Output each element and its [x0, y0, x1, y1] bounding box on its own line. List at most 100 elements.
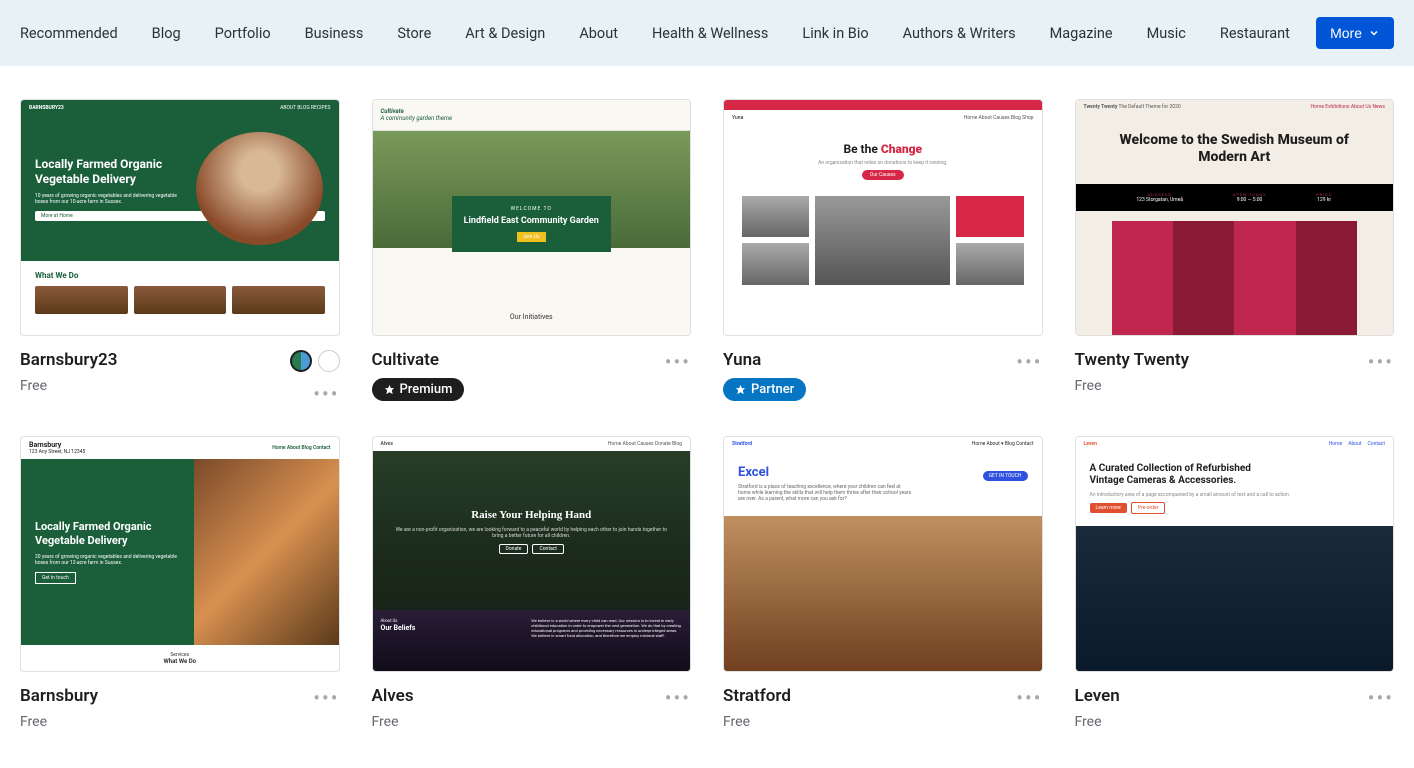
more-options-icon[interactable]: •••	[665, 686, 691, 708]
preview-menu: ABOUT BLOG RECIPES	[280, 105, 330, 111]
theme-card: StratfordHome About ▾ Blog Contact Excel…	[723, 436, 1043, 731]
theme-thumbnail[interactable]: AlvesHome About Causes Donate Blog Raise…	[372, 436, 692, 673]
theme-thumbnail[interactable]: BARNSBURY23 ABOUT BLOG RECIPES Locally Fa…	[20, 99, 340, 336]
preview-menu: Home About Causes Blog Shop	[964, 115, 1034, 121]
preview-headline: Raise Your Helping Hand	[393, 509, 671, 521]
preview-cta: GET IN TOUCH	[983, 471, 1028, 481]
theme-card: Alves Home About Causes Donate Blog Raise…	[372, 436, 692, 731]
preview-menu-item: About	[1348, 441, 1361, 447]
nav-recommended[interactable]: Recommended	[20, 25, 118, 42]
preview-image	[724, 516, 1042, 672]
star-icon	[735, 384, 746, 395]
premium-badge: Premium	[372, 378, 465, 401]
swatch-option[interactable]	[290, 350, 312, 372]
chevron-down-icon	[1368, 27, 1380, 39]
preview-brand: Stratford	[732, 441, 752, 447]
nav-authors[interactable]: Authors & Writers	[903, 25, 1016, 42]
preview-brand: Barnsbury	[29, 441, 61, 449]
theme-thumbnail[interactable]: LevenHomeAboutContact A Curated Collecti…	[1075, 436, 1395, 673]
preview-tagline: A community garden theme	[381, 115, 453, 122]
star-icon	[384, 384, 395, 395]
more-label: More	[1330, 25, 1362, 41]
category-nav: Recommended Blog Portfolio Business Stor…	[0, 0, 1414, 66]
preview-headline: Locally Farmed Organic Vegetable Deliver…	[35, 520, 180, 548]
preview-headline: Locally Farmed Organic Vegetable Deliver…	[35, 157, 180, 187]
theme-name[interactable]: Cultivate	[372, 350, 465, 370]
theme-price: Free	[372, 714, 414, 730]
preview-menu: Home About ▾ Blog Contact	[972, 441, 1034, 447]
nav-health[interactable]: Health & Wellness	[652, 25, 768, 42]
theme-name[interactable]: Barnsbury	[20, 686, 98, 706]
nav-business[interactable]: Business	[305, 25, 364, 42]
more-options-icon[interactable]: •••	[313, 382, 339, 404]
preview-sub: An introductory area of a page accompani…	[1090, 492, 1380, 498]
preview-brand: Cultivate	[381, 108, 404, 115]
theme-price: Free	[20, 714, 98, 730]
theme-price: Free	[1075, 714, 1120, 730]
more-options-icon[interactable]: •••	[1368, 686, 1394, 708]
theme-card: Twenty Twenty The Default Theme for 2020…	[1075, 99, 1395, 404]
nav-store[interactable]: Store	[397, 25, 431, 42]
nav-art-design[interactable]: Art & Design	[465, 25, 545, 42]
preview-sub: We are a non-profit organization, we are…	[393, 527, 671, 539]
preview-headline-accent: Change	[881, 142, 922, 156]
theme-card: YunaHome About Causes Blog Shop Be the C…	[723, 99, 1043, 404]
preview-welcome: WELCOME TO	[462, 206, 601, 212]
theme-thumbnail[interactable]: Barnsbury123 Any Street, NJ 12345Home Ab…	[20, 436, 340, 673]
theme-card: CultivateA community garden theme WELCOM…	[372, 99, 692, 404]
preview-text: We believe in a world where every child …	[531, 618, 682, 663]
preview-headline: Lindfield East Community Garden	[462, 216, 601, 226]
more-options-icon[interactable]: •••	[665, 350, 691, 372]
nav-blog[interactable]: Blog	[152, 25, 181, 42]
preview-brand: Twenty Twenty	[1084, 104, 1118, 110]
theme-thumbnail[interactable]: YunaHome About Causes Blog Shop Be the C…	[723, 99, 1043, 336]
nav-magazine[interactable]: Magazine	[1050, 25, 1113, 42]
preview-headline: Welcome to the Swedish Museum of Modern …	[1112, 132, 1358, 166]
more-options-icon[interactable]: •••	[1016, 350, 1042, 372]
preview-menu-item: Contact	[1368, 441, 1385, 447]
more-options-icon[interactable]: •••	[313, 686, 339, 708]
nav-music[interactable]: Music	[1147, 25, 1186, 42]
theme-name[interactable]: Stratford	[723, 686, 791, 706]
preview-sub: 20 years of growing organic vegetables a…	[35, 554, 180, 566]
theme-card: Barnsbury123 Any Street, NJ 12345Home Ab…	[20, 436, 340, 731]
more-options-icon[interactable]: •••	[1016, 686, 1042, 708]
badge-label: Partner	[751, 382, 794, 397]
partner-badge: Partner	[723, 378, 806, 401]
theme-name[interactable]: Yuna	[723, 350, 806, 370]
theme-price: Free	[1075, 378, 1190, 394]
theme-price: Free	[20, 378, 117, 394]
theme-thumbnail[interactable]: CultivateA community garden theme WELCOM…	[372, 99, 692, 336]
nav-portfolio[interactable]: Portfolio	[215, 25, 271, 42]
nav-restaurant[interactable]: Restaurant	[1220, 25, 1290, 42]
theme-name[interactable]: Leven	[1075, 686, 1120, 706]
theme-name[interactable]: Alves	[372, 686, 414, 706]
nav-link-in-bio[interactable]: Link in Bio	[802, 25, 868, 42]
theme-price: Free	[723, 714, 791, 730]
theme-name[interactable]: Barnsbury23	[20, 350, 117, 370]
more-button[interactable]: More	[1316, 17, 1394, 49]
preview-value: 123 Storgatan, Umeå	[1136, 197, 1183, 203]
preview-btn: Learn more	[1090, 503, 1127, 513]
preview-btn: Donate	[499, 544, 529, 554]
preview-value: 129 kr	[1317, 197, 1331, 203]
preview-section: Our Initiatives	[373, 299, 691, 335]
theme-thumbnail[interactable]: StratfordHome About ▾ Blog Contact Excel…	[723, 436, 1043, 673]
preview-menu: Home About Causes Donate Blog	[608, 441, 682, 447]
preview-value: 9:00 — 5:00	[1237, 197, 1263, 203]
theme-name[interactable]: Twenty Twenty	[1075, 350, 1190, 370]
preview-headline: A Curated Collection of Refurbished Vint…	[1090, 463, 1278, 488]
preview-address: 123 Any Street, NJ 12345	[29, 449, 85, 455]
more-options-icon[interactable]: •••	[1368, 350, 1394, 372]
preview-sub: 10 years of growing organic vegetables a…	[35, 193, 180, 205]
preview-image	[194, 459, 339, 646]
badge-label: Premium	[400, 382, 453, 397]
preview-brand: BARNSBURY23	[29, 105, 64, 111]
preview-sub: Stratford is a place of teaching excelle…	[738, 484, 912, 502]
preview-sub: An organization that relies on donations…	[740, 160, 1026, 166]
nav-items: Recommended Blog Portfolio Business Stor…	[20, 25, 1290, 42]
nav-about[interactable]: About	[579, 25, 618, 42]
theme-thumbnail[interactable]: Twenty Twenty The Default Theme for 2020…	[1075, 99, 1395, 336]
swatch-option[interactable]	[318, 350, 340, 372]
preview-title: Our Beliefs	[381, 624, 532, 632]
